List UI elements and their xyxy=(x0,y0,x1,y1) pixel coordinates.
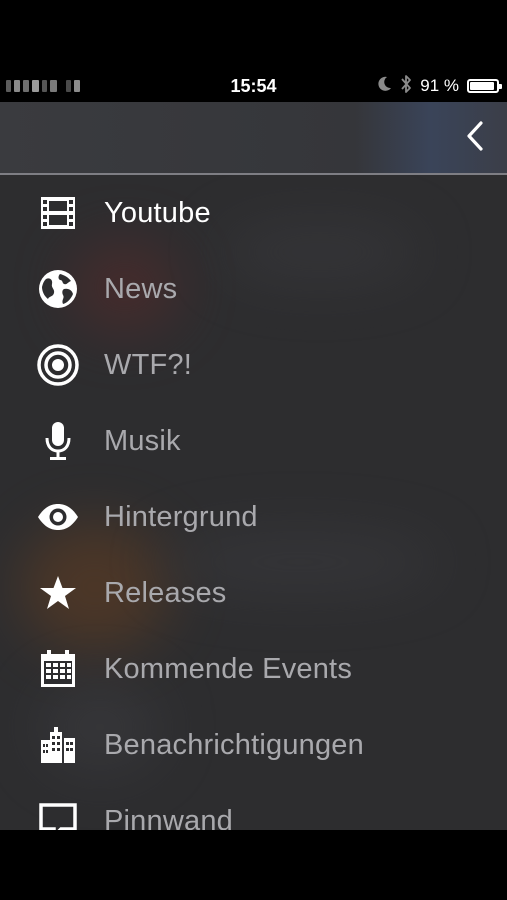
menu-item-label: WTF?! xyxy=(104,348,192,381)
menu-item-label: News xyxy=(104,272,178,305)
film-icon xyxy=(37,192,79,234)
menu-item-label: Benachrichtigungen xyxy=(104,728,364,761)
microphone-icon xyxy=(37,420,79,462)
menu-item-musik[interactable]: Musik xyxy=(0,403,507,479)
menu-item-label: Youtube xyxy=(104,196,211,229)
bluetooth-icon xyxy=(400,74,412,99)
menu-item-label: Kommende Events xyxy=(104,652,353,685)
menu-list: Youtube News WTF?! Musik Hintergrund Rel… xyxy=(0,175,507,830)
globe-icon xyxy=(37,268,79,310)
menu-header xyxy=(0,102,507,175)
moon-icon xyxy=(378,76,392,97)
menu-item-wtf[interactable]: WTF?! xyxy=(0,327,507,403)
menu-item-news[interactable]: News xyxy=(0,251,507,327)
speech-bubble-icon xyxy=(37,800,79,830)
menu-item-label: Hintergrund xyxy=(104,500,258,533)
battery-percent: 91 % xyxy=(420,76,459,95)
top-black-bar xyxy=(0,0,507,70)
target-icon xyxy=(37,344,79,386)
battery-fill xyxy=(470,82,494,90)
menu-item-youtube[interactable]: Youtube xyxy=(0,175,507,251)
menu-item-label: Releases xyxy=(104,576,227,609)
side-menu-panel: Youtube News WTF?! Musik Hintergrund Rel… xyxy=(0,102,507,830)
chevron-left-icon xyxy=(465,120,485,157)
menu-item-pinnwand[interactable]: Pinnwand xyxy=(0,783,507,830)
bottom-black-bar xyxy=(0,830,507,900)
menu-item-benachrichtigungen[interactable]: Benachrichtigungen xyxy=(0,707,507,783)
menu-item-kommende-events[interactable]: Kommende Events xyxy=(0,631,507,707)
calendar-icon xyxy=(37,648,79,690)
status-bar: 15:54 91 % xyxy=(0,70,507,102)
menu-item-releases[interactable]: Releases xyxy=(0,555,507,631)
menu-item-hintergrund[interactable]: Hintergrund xyxy=(0,479,507,555)
menu-item-label: Musik xyxy=(104,424,181,457)
star-icon xyxy=(37,572,79,614)
battery-icon xyxy=(467,79,502,93)
buildings-icon xyxy=(37,724,79,766)
status-indicators: 91 % xyxy=(378,74,502,99)
menu-item-label: Pinnwand xyxy=(104,804,233,831)
eye-icon xyxy=(37,496,79,538)
back-button[interactable] xyxy=(461,120,489,156)
